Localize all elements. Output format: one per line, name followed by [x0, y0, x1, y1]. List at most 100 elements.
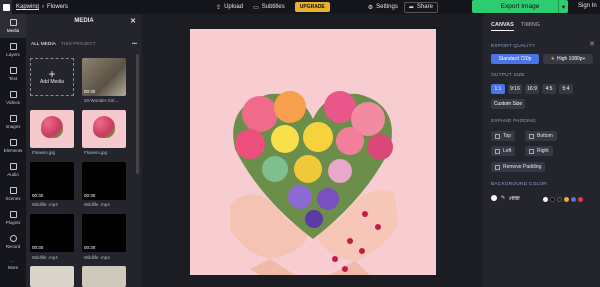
media-tile[interactable] — [30, 266, 74, 287]
padding-bottom-checkbox[interactable]: Bottom — [525, 131, 557, 141]
media-scrollbar[interactable] — [136, 54, 139, 174]
size-1-1-button[interactable]: 1:1 — [491, 84, 505, 94]
rail-label: Text — [8, 76, 18, 81]
media-tile[interactable]: 00:30 — [82, 162, 126, 200]
size-4-5-button[interactable]: 4:5 — [542, 84, 556, 94]
duration-label: 00:30 — [84, 245, 96, 250]
checkbox-label: Remove Padding — [503, 164, 542, 170]
size-5-4-button[interactable]: 5:4 — [559, 84, 573, 94]
rail-label: Elements — [3, 148, 23, 153]
close-icon[interactable]: ✕ — [589, 40, 595, 48]
expand-padding-heading: EXPAND PADDING — [491, 119, 537, 124]
media-caption: 20-Wonder Girl... — [84, 98, 119, 103]
subtitles-button[interactable]: ▭ Subtitles — [253, 4, 285, 11]
tab-canvas[interactable]: CANVAS — [491, 22, 514, 31]
image-icon — [9, 115, 17, 122]
custom-size-button[interactable]: Custom Size — [491, 99, 525, 109]
media-caption: Wildlife .mp4 — [32, 202, 58, 207]
tab-this-project[interactable]: THIS PROJECT — [61, 42, 96, 47]
rail-item-more[interactable]: ⋯ More — [0, 254, 26, 274]
eyedropper-icon[interactable]: ✎ — [501, 195, 505, 201]
rail-item-audio[interactable]: Audio — [0, 158, 26, 182]
media-tile[interactable]: 00:30 — [82, 214, 126, 252]
brand-link[interactable]: Kapwing — [16, 4, 39, 10]
rail-item-media[interactable]: Media — [0, 14, 26, 38]
text-icon — [9, 67, 17, 74]
checkbox-icon — [495, 148, 500, 154]
rail-item-images[interactable]: Images — [0, 110, 26, 134]
media-icon — [9, 19, 17, 26]
padding-top-checkbox[interactable]: Top — [491, 131, 516, 141]
size-16-9-button[interactable]: 16:9 — [525, 84, 539, 94]
rail-item-elements[interactable]: Elements — [0, 134, 26, 158]
media-tile[interactable]: 00:30 — [82, 58, 126, 96]
checkbox-label: Top — [503, 133, 512, 139]
current-color-swatch[interactable] — [491, 195, 497, 201]
color-swatch-blue[interactable] — [571, 197, 576, 202]
chevron-down-icon[interactable]: ▾ — [558, 0, 568, 13]
canvas-image[interactable] — [190, 29, 436, 275]
gear-icon: ⚙ — [367, 4, 374, 11]
rail-item-layers[interactable]: Layers — [0, 38, 26, 62]
left-rail: Media Layers Text Videos Images Elements… — [0, 14, 26, 287]
add-media-button[interactable]: + Add Media — [30, 58, 74, 96]
more-options-icon[interactable]: ••• — [132, 42, 137, 47]
rail-label: Audio — [7, 172, 19, 177]
upgrade-button[interactable]: UPGRADE — [294, 2, 330, 12]
share-label: Share — [416, 4, 433, 10]
rail-label: Media — [6, 28, 20, 33]
upload-label: Upload — [224, 4, 244, 10]
close-icon[interactable]: ✕ — [130, 17, 136, 25]
rail-item-record[interactable]: Record — [0, 230, 26, 254]
subtitles-icon: ▭ — [253, 4, 259, 11]
rail-label: More — [7, 264, 19, 270]
rail-item-videos[interactable]: Videos — [0, 86, 26, 110]
color-swatch-dark[interactable] — [557, 197, 562, 202]
rail-item-text[interactable]: Text — [0, 62, 26, 86]
breadcrumb-separator: › — [42, 4, 45, 10]
media-tile[interactable] — [82, 266, 126, 287]
export-quality-heading: EXPORT QUALITY — [491, 44, 536, 49]
media-caption: Wildlife .mp4 — [32, 255, 58, 260]
rail-label: Images — [5, 124, 21, 129]
checkbox-icon — [529, 148, 534, 154]
editor-stage — [142, 14, 483, 287]
high-1080p-button[interactable]: ★ High 1080p+ — [543, 54, 593, 64]
tab-all-media[interactable]: ALL MEDIA — [31, 42, 56, 47]
remove-padding-checkbox[interactable]: Remove Padding — [491, 162, 546, 172]
elements-icon — [9, 139, 17, 146]
breadcrumb: Kapwing › Flowers — [16, 4, 68, 10]
scenes-icon — [9, 187, 17, 194]
standard-720p-button[interactable]: Standard 720p — [491, 54, 539, 64]
media-tile[interactable] — [30, 110, 74, 148]
more-icon: ⋯ — [9, 258, 15, 264]
padding-right-checkbox[interactable]: Right — [525, 146, 553, 156]
project-title[interactable]: Flowers — [47, 4, 68, 10]
tab-timing[interactable]: TIMING — [521, 22, 540, 31]
hex-color-value[interactable]: #ffffff — [509, 196, 520, 202]
color-swatch-white[interactable] — [543, 197, 548, 202]
background-color-heading: BACKGROUND COLOR — [491, 182, 547, 187]
sign-in-link[interactable]: Sign In — [578, 3, 597, 9]
duration-label: 00:30 — [32, 193, 44, 198]
media-tile[interactable] — [82, 110, 126, 148]
padding-left-checkbox[interactable]: Left — [491, 146, 516, 156]
share-button[interactable]: ➦ Share — [403, 1, 438, 13]
audio-icon — [9, 163, 17, 170]
color-swatch-black[interactable] — [550, 197, 555, 202]
media-tile[interactable]: 00:30 — [30, 214, 74, 252]
export-image-button[interactable]: Export Image ▾ — [472, 0, 568, 13]
rail-item-plugins[interactable]: Plugins — [0, 206, 26, 230]
color-swatch-yellow[interactable] — [564, 197, 569, 202]
checkbox-icon — [495, 164, 500, 170]
star-icon: ★ — [550, 56, 555, 62]
color-swatch-red[interactable] — [578, 197, 583, 202]
settings-button[interactable]: ⚙ Settings — [368, 4, 398, 11]
media-tile[interactable]: 00:30 — [30, 162, 74, 200]
rail-item-scenes[interactable]: Scenes — [0, 182, 26, 206]
checkbox-icon — [495, 133, 500, 139]
rail-label: Videos — [6, 100, 20, 105]
upload-button[interactable]: ⇪ Upload — [216, 4, 243, 11]
size-9-16-button[interactable]: 9:16 — [508, 84, 522, 94]
kapwing-logo[interactable] — [0, 0, 12, 14]
